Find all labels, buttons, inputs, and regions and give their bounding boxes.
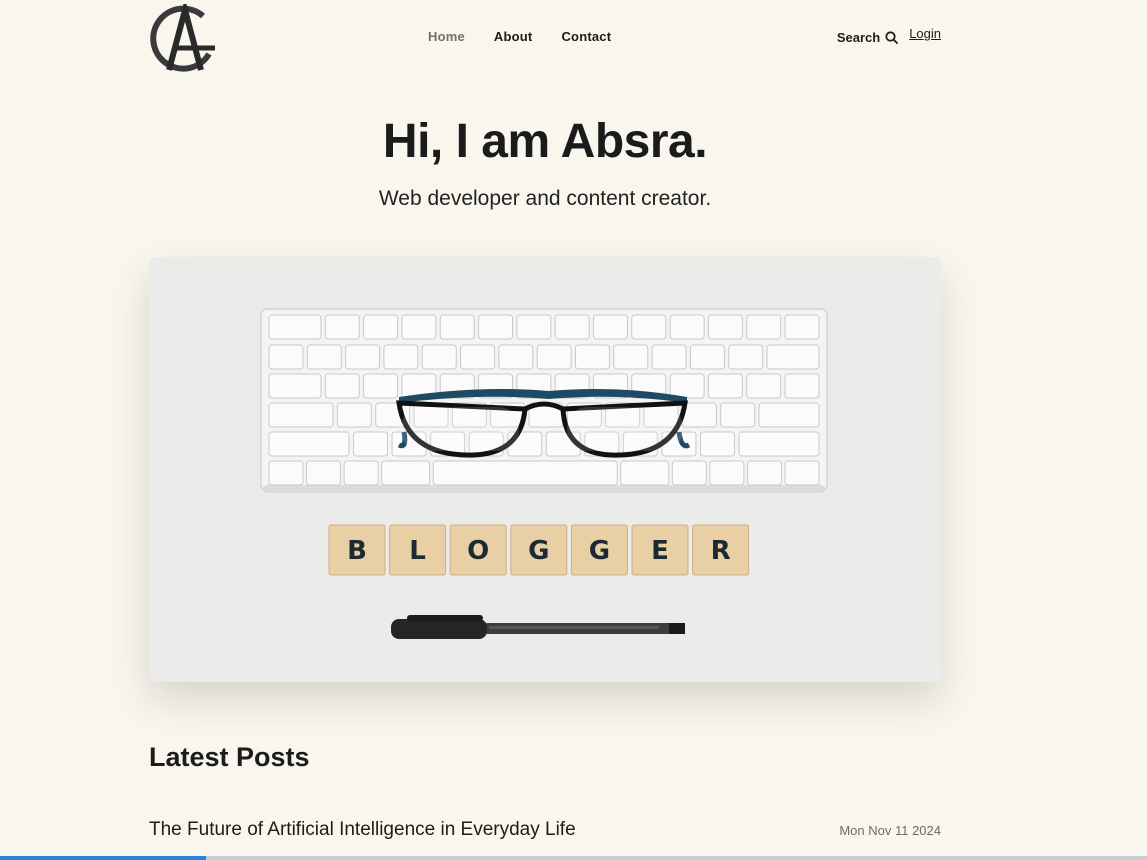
keyboard-key [268, 460, 304, 486]
keyboard-key [421, 344, 457, 370]
tile-letter: L [409, 536, 426, 566]
keyboard-key [363, 314, 399, 340]
keyboard-key [720, 402, 756, 428]
keyboard-key [746, 314, 782, 340]
post-date: Mon Nov 11 2024 [839, 823, 941, 838]
keyboard-key [669, 314, 705, 340]
keyboard-key [689, 344, 725, 370]
keyboard-key [766, 344, 820, 370]
search-icon [885, 31, 899, 44]
letter-tile: B [328, 524, 386, 576]
keyboard-key [536, 344, 572, 370]
hero-illustration: BLOGGER [260, 308, 828, 639]
keyboard-key [709, 460, 745, 486]
keyboard-key [554, 314, 590, 340]
keyboard-key [306, 344, 342, 370]
tile-letter: O [467, 536, 489, 566]
site-logo[interactable]: AG [149, 4, 221, 74]
keyboard-key [620, 460, 670, 486]
keyboard-key [681, 402, 717, 428]
keyboard-key [784, 460, 820, 486]
search-button[interactable]: Search [836, 30, 899, 45]
keyboard-key [699, 431, 735, 457]
pen-icon [391, 615, 685, 639]
tile-letter: B [347, 536, 367, 566]
keyboard-key [343, 460, 379, 486]
keyboard-key [439, 314, 475, 340]
keyboard-key [306, 460, 342, 486]
keyboard-key [268, 373, 322, 399]
keyboard-key [268, 344, 304, 370]
page-load-progress [0, 856, 1147, 860]
keyboard-key [345, 344, 381, 370]
nav-contact[interactable]: Contact [561, 29, 611, 44]
keyboard-key [353, 431, 389, 457]
keyboard-key [363, 373, 399, 399]
keyboard-key [613, 344, 649, 370]
keyboard-key [324, 314, 360, 340]
latest-posts-title: Latest Posts [149, 742, 310, 772]
keyboard-key [784, 314, 820, 340]
keyboard-key [268, 402, 334, 428]
letter-tile: L [389, 524, 447, 576]
keyboard-key [669, 373, 705, 399]
post-item[interactable]: The Future of Artificial Intelligence in… [149, 819, 941, 841]
keyboard-key [728, 344, 764, 370]
search-label: Search [836, 30, 881, 45]
keyboard-key [746, 460, 782, 486]
site-header: AG Home About Contact Search Login [149, 0, 941, 78]
keyboard-key [758, 402, 820, 428]
keyboard-key [671, 460, 707, 486]
header-tools: Search Login [837, 26, 941, 45]
tile-letter: G [589, 536, 610, 566]
keyboard-key [574, 344, 610, 370]
keyboard-key [707, 373, 743, 399]
keyboard-key [516, 314, 552, 340]
keyboard-key [381, 460, 431, 486]
keyboard-key [746, 373, 782, 399]
main-nav: Home About Contact [428, 29, 611, 44]
keyboard-key [592, 314, 628, 340]
tile-letter: G [528, 536, 549, 566]
keyboard-key [324, 373, 360, 399]
letter-tile: E [631, 524, 689, 576]
post-title[interactable]: The Future of Artificial Intelligence in… [149, 819, 576, 841]
progress-fill [0, 856, 207, 860]
blogger-tiles: BLOGGER [328, 524, 750, 576]
letter-tile: O [449, 524, 507, 576]
keyboard-key [268, 314, 322, 340]
tile-letter: E [651, 536, 669, 566]
letter-tile: G [510, 524, 568, 576]
keyboard-key [478, 314, 514, 340]
hero-image: BLOGGER [149, 257, 941, 682]
keyboard-key [498, 344, 534, 370]
letter-tile: G [570, 524, 628, 576]
page-container: AG Home About Contact Search Login Hi, I… [149, 0, 941, 860]
hero-title: Hi, I am Absra. [382, 115, 708, 168]
keyboard-key [401, 314, 437, 340]
keyboard-key [707, 314, 743, 340]
keyboard-key [432, 460, 618, 486]
keyboard-key [336, 402, 372, 428]
hero-subtitle: Web developer and content creator. [378, 187, 712, 210]
nav-about[interactable]: About [494, 29, 533, 44]
keyboard-key [631, 314, 667, 340]
keyboard-key [784, 373, 820, 399]
keyboard-key [651, 344, 687, 370]
keyboard-key [268, 431, 350, 457]
tile-letter: R [711, 536, 731, 566]
keyboard-key [383, 344, 419, 370]
login-link[interactable]: Login [909, 26, 941, 41]
nav-home[interactable]: Home [428, 29, 465, 44]
keyboard-key [460, 344, 496, 370]
keyboard-key [738, 431, 820, 457]
letter-tile: R [692, 524, 750, 576]
